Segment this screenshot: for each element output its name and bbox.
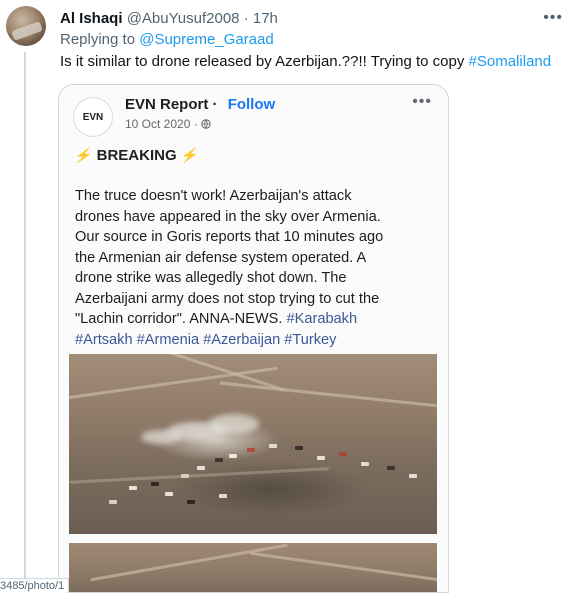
embedded-post-date: 10 Oct 2020 ·	[125, 117, 211, 131]
breaking-text: BREAKING	[96, 147, 177, 164]
embedded-more-icon: •••	[412, 93, 432, 110]
replying-to-link[interactable]: @Supreme_Garaad	[139, 31, 273, 48]
replying-to-label: Replying to	[60, 31, 136, 48]
body-line: Azerbaijani army does not stop trying to…	[75, 290, 380, 307]
timestamp[interactable]: 17h	[253, 10, 278, 27]
tweet-text-body: Is it similar to drone released by Azerb…	[60, 53, 465, 70]
author-handle[interactable]: @AbuYusuf2008	[127, 10, 240, 27]
evn-logo: EVN	[73, 97, 113, 137]
separator-dot: ·	[243, 10, 249, 27]
author-name[interactable]: Al Ishaqi	[60, 10, 123, 27]
globe-icon	[201, 117, 211, 131]
lightning-icon: ⚡	[179, 147, 200, 163]
embedded-separator-dot: ·	[212, 96, 218, 113]
body-line-7-text: "Lachin corridor". ANNA-NEWS.	[75, 311, 283, 327]
aerial-photo-second	[69, 543, 437, 592]
body-line: drone strike was allegedly shot down. Th…	[75, 270, 347, 286]
body-line: Our source in Goris reports that 10 minu…	[75, 229, 384, 245]
embedded-page-title: EVN Report	[125, 96, 209, 113]
thread-line	[24, 52, 26, 592]
embedded-post-date-text: 10 Oct 2020 ·	[125, 117, 198, 131]
embedded-follow-label: Follow	[227, 96, 276, 113]
body-line: the Armenian air defense system operated…	[75, 249, 367, 266]
lightning-icon: ⚡	[73, 147, 94, 163]
hashtag-link[interactable]: #Somaliland	[469, 53, 552, 70]
body-line: The truce doesn't work! Azerbaijan's att…	[75, 188, 352, 204]
replying-to: Replying to @Supreme_Garaad	[60, 30, 274, 49]
body-line: drones have appeared in the sky over Arm…	[75, 208, 381, 225]
embedded-post-body: The truce doesn't work! Azerbaijan's att…	[75, 186, 435, 350]
body-hashtags: #Artsakh #Armenia #Azerbaijan #Turkey	[75, 331, 337, 348]
embedded-page-name: EVN Report · Follow	[125, 96, 275, 113]
avatar[interactable]	[6, 6, 46, 46]
aerial-photo	[69, 354, 437, 534]
body-hashtag: #Karabakh	[286, 311, 358, 327]
tweet-header: Al Ishaqi @AbuYusuf2008 · 17h •••	[60, 9, 581, 29]
more-options-icon[interactable]: •••	[543, 10, 563, 26]
status-url: 3485/photo/1	[0, 578, 70, 593]
attached-photo[interactable]: EVN EVN Report · Follow 10 Oct 2020 · ••…	[58, 84, 449, 593]
tweet-text: Is it similar to drone released by Azerb…	[60, 52, 551, 71]
body-line-7: "Lachin corridor". ANNA-NEWS. #Karabakh	[75, 309, 435, 330]
breaking-label: ⚡ BREAKING ⚡	[73, 147, 200, 164]
